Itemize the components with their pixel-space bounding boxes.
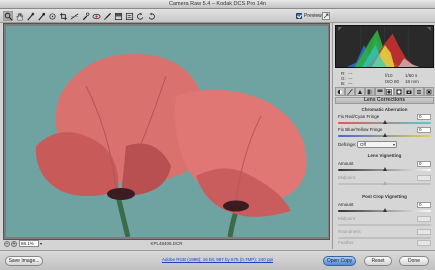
photo-preview bbox=[6, 26, 328, 237]
blue-yellow-slider[interactable] bbox=[338, 133, 431, 137]
post-crop-midpoint-value bbox=[417, 216, 431, 222]
lens-vignetting-title: Lens Vignetting bbox=[367, 153, 402, 158]
bottom-bar: Save Image... Adobe RGB (1998); 16 bit; … bbox=[0, 250, 435, 270]
preferences-icon[interactable] bbox=[124, 11, 134, 21]
hand-icon[interactable] bbox=[14, 11, 24, 21]
presets-icon[interactable] bbox=[414, 87, 425, 96]
camera-raw-window: Camera Raw 5.4 – Kodak DCS Pro 14n Previ… bbox=[0, 0, 435, 270]
detail-icon[interactable] bbox=[354, 87, 365, 96]
basic-icon[interactable] bbox=[335, 87, 345, 96]
open-copy-button[interactable]: Open Copy bbox=[323, 256, 356, 266]
focal-length-value: 18 mm bbox=[405, 79, 419, 84]
snapshots-icon[interactable] bbox=[424, 87, 435, 96]
target-adjustment-icon[interactable] bbox=[47, 11, 57, 21]
red-cyan-slider[interactable] bbox=[338, 120, 431, 124]
post-crop-amount-label: Amount bbox=[338, 202, 354, 207]
histogram bbox=[335, 25, 434, 68]
red-eye-icon[interactable] bbox=[91, 11, 101, 21]
chevron-down-icon: ▾ bbox=[392, 142, 395, 147]
preview-label: Preview bbox=[304, 13, 322, 19]
status-row: − + 88.1% ▾ KPL48406.DCR bbox=[3, 240, 330, 249]
lens-corrections-icon[interactable] bbox=[384, 87, 395, 96]
post-crop-midpoint-label: Midpoint bbox=[338, 216, 356, 221]
adjustments-panel: R: --- G: --- B: --- f/10 1/60 s ISO 80 … bbox=[332, 23, 435, 249]
camera-readout: R: --- G: --- B: --- f/10 1/60 s ISO 80 … bbox=[333, 69, 435, 87]
hsl-icon[interactable] bbox=[364, 87, 375, 96]
post-crop-amount-value[interactable]: 0 bbox=[417, 202, 431, 208]
blue-yellow-value[interactable]: 0 bbox=[417, 127, 431, 133]
vignetting-amount-value[interactable]: 0 bbox=[417, 161, 431, 167]
crop-icon[interactable] bbox=[58, 11, 68, 21]
post-crop-midpoint-slider[interactable] bbox=[338, 224, 431, 226]
title-bar: Camera Raw 5.4 – Kodak DCS Pro 14n bbox=[0, 0, 435, 9]
defringe-select[interactable]: Off ▾ bbox=[357, 141, 397, 148]
post-crop-roundness-slider[interactable] bbox=[338, 237, 431, 239]
b-label: B: bbox=[341, 81, 346, 86]
panel-title: Lens Corrections bbox=[335, 97, 434, 104]
red-cyan-label: Fix Red/Cyan Fringe bbox=[338, 114, 380, 119]
red-cyan-value[interactable]: 0 bbox=[417, 114, 431, 120]
flower-center-right bbox=[223, 200, 249, 212]
adjustment-brush-icon[interactable] bbox=[102, 11, 112, 21]
defringe-value: Off bbox=[360, 142, 366, 147]
effects-icon[interactable] bbox=[394, 87, 405, 96]
shutter-value: 1/60 s bbox=[405, 73, 418, 78]
vignetting-midpoint-slider[interactable] bbox=[338, 181, 431, 185]
red-cyan-knob[interactable] bbox=[382, 120, 387, 124]
zoom-icon[interactable] bbox=[3, 11, 13, 21]
reset-button[interactable]: Reset bbox=[364, 256, 392, 266]
rotate-cw-icon[interactable] bbox=[146, 11, 156, 21]
color-sampler-icon[interactable] bbox=[36, 11, 46, 21]
spot-removal-icon[interactable] bbox=[80, 11, 90, 21]
done-button[interactable]: Done bbox=[399, 256, 429, 266]
chromatic-aberration-title: Chromatic Aberration bbox=[361, 107, 408, 112]
rotate-ccw-icon[interactable] bbox=[135, 11, 145, 21]
post-crop-feather-label: Feather bbox=[338, 240, 354, 245]
vignetting-amount-knob[interactable] bbox=[382, 167, 387, 171]
blue-yellow-label: Fix Blue/Yellow Fringe bbox=[338, 127, 383, 132]
blue-yellow-knob[interactable] bbox=[382, 133, 387, 137]
window-title: Camera Raw 5.4 – Kodak DCS Pro 14n bbox=[169, 1, 266, 7]
defringe-label: Defringe: bbox=[338, 142, 357, 147]
post-crop-vignetting-title: Post Crop Vignetting bbox=[362, 194, 407, 199]
vignetting-amount-label: Amount bbox=[338, 161, 354, 166]
tone-curve-icon[interactable] bbox=[344, 87, 355, 96]
white-balance-icon[interactable] bbox=[25, 11, 35, 21]
post-crop-amount-slider[interactable] bbox=[338, 208, 431, 212]
post-crop-feather-value bbox=[417, 240, 431, 246]
file-name: KPL48406.DCR bbox=[150, 241, 183, 246]
preview-toggle[interactable]: Preview bbox=[296, 13, 322, 19]
toolbar: Preview bbox=[0, 9, 435, 23]
split-toning-icon[interactable] bbox=[374, 87, 385, 96]
post-crop-amount-knob[interactable] bbox=[382, 208, 387, 212]
vignetting-amount-slider[interactable] bbox=[338, 167, 431, 171]
fullscreen-icon[interactable] bbox=[322, 12, 330, 20]
vignetting-midpoint-label: Midpoint bbox=[338, 175, 356, 180]
camera-calibration-icon[interactable] bbox=[404, 87, 415, 96]
post-crop-roundness-value bbox=[417, 229, 431, 235]
panel-tabs bbox=[335, 87, 435, 96]
vignetting-midpoint-knob[interactable] bbox=[382, 181, 387, 185]
straighten-icon[interactable] bbox=[69, 11, 79, 21]
post-crop-roundness-label: Roundness bbox=[338, 229, 361, 234]
image-preview-area[interactable] bbox=[3, 23, 330, 240]
iso-value: ISO 80 bbox=[385, 79, 400, 84]
preview-checkbox[interactable] bbox=[296, 13, 302, 19]
graduated-filter-icon[interactable] bbox=[113, 11, 123, 21]
aperture-value: f/10 bbox=[385, 73, 393, 78]
b-value: --- bbox=[348, 81, 353, 86]
flower-center-left bbox=[107, 188, 135, 200]
vignetting-midpoint-value bbox=[417, 175, 431, 181]
